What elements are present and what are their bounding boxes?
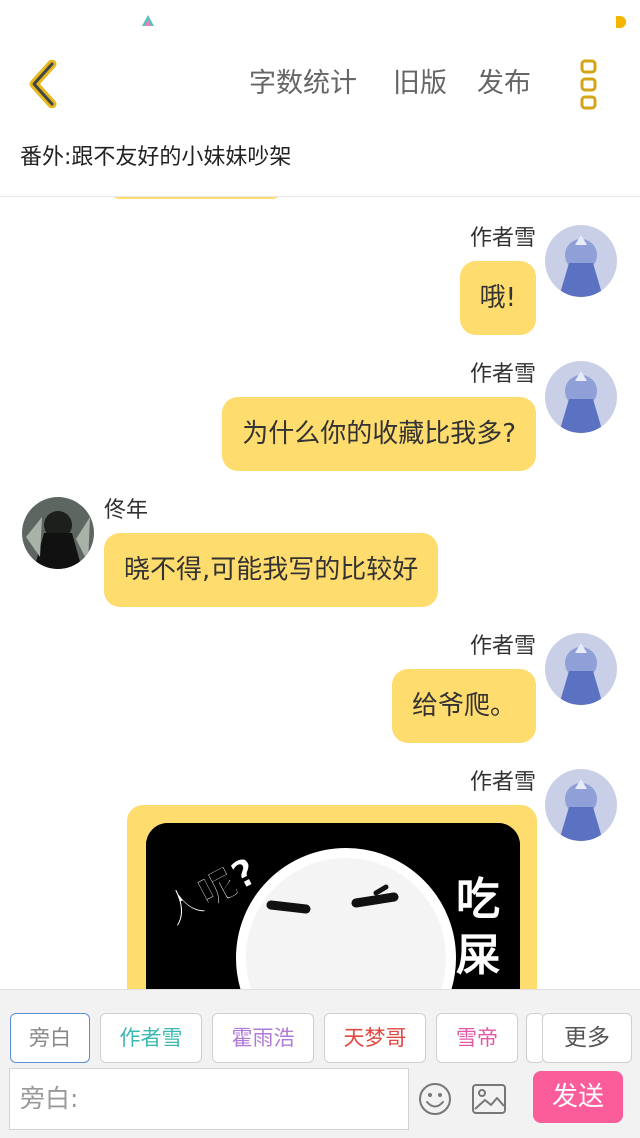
sticker-bubble[interactable]: 人呢? 吃 屎	[127, 805, 537, 989]
image-icon[interactable]	[472, 1084, 506, 1114]
more-menu-button[interactable]	[566, 54, 610, 114]
tongnian-avatar[interactable]	[22, 497, 94, 569]
sticker-text-shi: 屎	[456, 930, 500, 981]
message-bubble[interactable]: 为什么你的收藏比我多?	[222, 397, 536, 471]
message-item: 作者雪 为什么你的收藏比我多?	[0, 333, 640, 473]
message-item: 佟年 晓不得,可能我写的比较好	[0, 469, 640, 609]
battery-icon	[616, 16, 626, 28]
sender-name: 作者雪	[469, 362, 536, 387]
back-button[interactable]	[18, 54, 68, 114]
chapter-title: 番外:跟不友好的小妹妹吵架	[20, 145, 292, 170]
message-item: 作者雪 人呢? 吃 屎	[0, 741, 640, 989]
role-button-author-xue[interactable]: 作者雪	[100, 1013, 202, 1063]
sender-name: 作者雪	[469, 634, 536, 659]
chat-area[interactable]: 作者雪 哦! 作者雪 为什么你的收藏比我多? 佟年 晓不得,可能我写的比较好 作…	[0, 197, 640, 989]
avatar-image	[545, 361, 617, 433]
more-vertical-icon	[580, 59, 597, 110]
top-bar: 字数统计 旧版 发布	[0, 44, 640, 124]
author-avatar[interactable]	[545, 225, 617, 297]
sticker-image: 人呢? 吃 屎	[146, 823, 520, 989]
sticker-text-chi: 吃	[456, 874, 500, 925]
message-input[interactable]: 旁白:	[9, 1068, 409, 1130]
composer-panel: 旁白 作者雪 霍雨浩 天梦哥 雪帝 更多 旁白: 发送	[0, 989, 640, 1138]
publish-button[interactable]: 发布	[477, 64, 531, 104]
author-avatar[interactable]	[545, 633, 617, 705]
role-button-xuedi[interactable]: 雪帝	[436, 1013, 518, 1063]
app-notification-icon	[142, 15, 154, 26]
avatar-image	[545, 633, 617, 705]
role-button-narrator[interactable]: 旁白	[10, 1013, 90, 1063]
sender-name: 佟年	[104, 498, 149, 523]
message-item: 作者雪 给爷爬。	[0, 605, 640, 745]
avatar-image	[545, 225, 617, 297]
avatar-image	[545, 769, 617, 841]
emoji-icon[interactable]	[418, 1082, 452, 1116]
message-bubble[interactable]: 给爷爬。	[391, 669, 536, 743]
status-bar	[0, 0, 640, 44]
send-button[interactable]: 发送	[533, 1071, 623, 1123]
more-roles-button[interactable]: 更多	[542, 1013, 632, 1063]
sender-name: 作者雪	[469, 226, 536, 251]
role-button-huo-yuhao[interactable]: 霍雨浩	[212, 1013, 314, 1063]
message-bubble[interactable]: 哦!	[459, 261, 536, 335]
chevron-left-icon	[29, 60, 57, 108]
role-button-tianmeng[interactable]: 天梦哥	[324, 1013, 426, 1063]
author-avatar[interactable]	[545, 769, 617, 841]
message-bubble[interactable]: 晓不得,可能我写的比较好	[104, 533, 439, 607]
old-version-button[interactable]: 旧版	[393, 64, 447, 104]
word-count-button[interactable]: 字数统计	[249, 64, 357, 104]
sender-name: 作者雪	[469, 770, 536, 795]
avatar-image	[22, 497, 94, 569]
author-avatar[interactable]	[545, 361, 617, 433]
message-item: 作者雪 哦!	[0, 197, 640, 337]
